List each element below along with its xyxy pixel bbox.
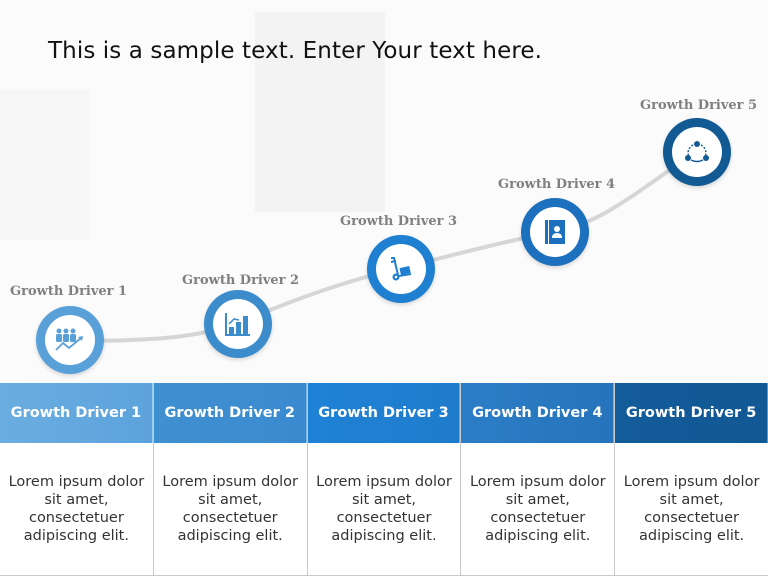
- growth-driver-node-2[interactable]: [204, 290, 272, 358]
- driver-column-4: Growth Driver 4 Lorem ipsum dolor sit am…: [461, 383, 616, 576]
- driver-column-2: Growth Driver 2 Lorem ipsum dolor sit am…: [153, 383, 308, 576]
- column-header-1: Growth Driver 1: [0, 383, 153, 443]
- driver-column-5: Growth Driver 5 Lorem ipsum dolor sit am…: [615, 383, 768, 576]
- column-header-3: Growth Driver 3: [307, 383, 461, 443]
- node-label-1: Growth Driver 1: [10, 284, 128, 299]
- driver-column-1: Growth Driver 1 Lorem ipsum dolor sit am…: [0, 383, 154, 576]
- growth-driver-node-1[interactable]: [36, 306, 104, 374]
- column-body-5: Lorem ipsum dolor sit amet, consectetuer…: [615, 443, 768, 576]
- column-body-1: Lorem ipsum dolor sit amet, consectetuer…: [0, 443, 153, 576]
- column-header-2: Growth Driver 2: [153, 383, 307, 443]
- hand-truck-icon: [390, 257, 412, 281]
- node-label-5: Growth Driver 5: [640, 98, 758, 113]
- node-label-4: Growth Driver 4: [498, 177, 616, 192]
- column-body-2: Lorem ipsum dolor sit amet, consectetuer…: [153, 443, 307, 576]
- column-header-5: Growth Driver 5: [615, 383, 768, 443]
- column-body-3: Lorem ipsum dolor sit amet, consectetuer…: [307, 443, 461, 576]
- growth-driver-node-3[interactable]: [367, 235, 435, 303]
- bar-chart-icon: [225, 313, 250, 336]
- share-network-icon: [685, 141, 709, 163]
- column-body-4: Lorem ipsum dolor sit amet, consectetuer…: [461, 443, 615, 576]
- node-label-3: Growth Driver 3: [340, 214, 458, 229]
- node-label-2: Growth Driver 2: [182, 273, 300, 288]
- growth-driver-node-5[interactable]: [663, 118, 731, 186]
- column-header-4: Growth Driver 4: [461, 383, 615, 443]
- drivers-table: Growth Driver 1 Lorem ipsum dolor sit am…: [0, 383, 768, 576]
- driver-column-3: Growth Driver 3 Lorem ipsum dolor sit am…: [307, 383, 462, 576]
- contact-book-icon: [545, 220, 565, 244]
- team-growth-icon: [55, 328, 83, 351]
- growth-driver-node-4[interactable]: [521, 198, 589, 266]
